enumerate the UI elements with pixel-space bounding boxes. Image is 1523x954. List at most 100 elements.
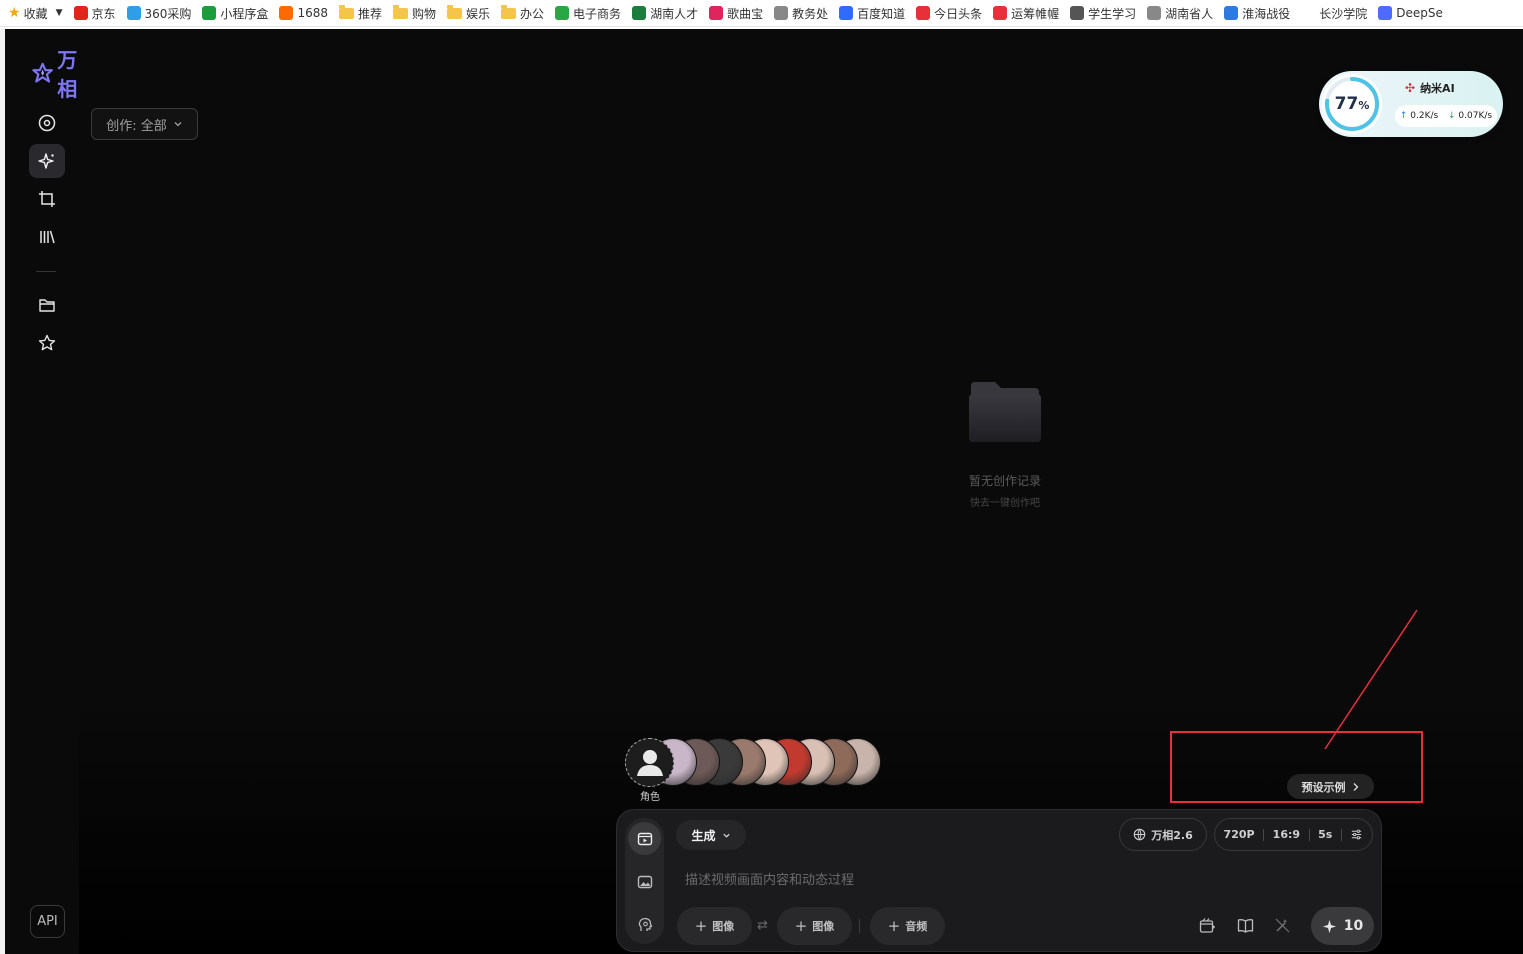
download-speed-value: 0.07K/s	[1458, 111, 1493, 121]
add-last-frame-image-button[interactable]: + 图像	[777, 907, 852, 945]
bookmark-label: 收藏	[23, 6, 48, 21]
character-label: 角色	[640, 792, 660, 803]
mode-rail	[625, 818, 664, 944]
bookmark-item[interactable]: 教务处	[774, 5, 828, 22]
sidebar-divider	[36, 271, 56, 272]
bookmark-label: 小程序盒	[220, 6, 269, 21]
bookmark-label: 电子商务	[573, 6, 622, 21]
blank-icon	[1301, 6, 1316, 20]
generate-submit-button[interactable]: 10	[1311, 907, 1374, 945]
bookmark-label: 湖南人才	[650, 6, 699, 21]
video-play-icon	[637, 832, 652, 845]
folder-icon	[39, 299, 55, 312]
annotation-highlight-box	[1170, 731, 1423, 803]
chevron-down-icon	[722, 833, 730, 838]
jd-icon	[73, 6, 88, 20]
bookmark-item[interactable]: 运筹帷幄	[993, 5, 1059, 22]
globe-icon	[1070, 6, 1085, 20]
swap-icon[interactable]: ⇄	[757, 918, 768, 933]
image-icon	[637, 875, 652, 888]
sidebar-item-crop[interactable]	[29, 182, 65, 216]
network-stats: ↑ 0.2K/s ↓ 0.07K/s	[1395, 105, 1497, 127]
bookmark-label: 推荐	[357, 6, 382, 21]
bookmark-item[interactable]: 今日头条	[916, 5, 982, 22]
bookmark-item[interactable]: ★ 收藏 ▼	[8, 5, 63, 22]
bookmark-item[interactable]: 1688	[279, 6, 328, 20]
settings-sliders-icon	[1352, 829, 1362, 840]
arrow-down-icon: ↓	[1448, 111, 1456, 121]
1688-icon	[279, 6, 294, 20]
bookmark-item[interactable]: 电子商务	[555, 5, 621, 22]
bookmark-label: 长沙学院	[1319, 6, 1368, 21]
generate-mode-dropdown[interactable]: 生成	[676, 820, 746, 850]
magic-wand-disabled-icon[interactable]	[1271, 914, 1293, 936]
gauge-percent: 77%	[1335, 94, 1370, 114]
bookmark-label: 学生学习	[1088, 6, 1137, 21]
bookmark-item[interactable]: 淮海战役	[1224, 5, 1290, 22]
storyboard-icon[interactable]	[1196, 914, 1218, 936]
generate-mode-label: 生成	[691, 828, 716, 843]
add-audio-button[interactable]: + 音频	[870, 907, 945, 945]
prompt-composer: 生成 万相2.6 720P 16:9 5s + 图像 ⇄ + 图像 +	[616, 809, 1382, 952]
add-first-frame-image-button[interactable]: + 图像	[677, 907, 752, 945]
bookmark-item[interactable]: 小程序盒	[202, 5, 268, 22]
add-audio-label: 音频	[905, 920, 928, 933]
prompt-input[interactable]	[685, 870, 1285, 890]
bookmarks-bar: ★ 收藏 ▼ 京东 360采购 小程序盒 1688 推荐 购物 娱乐 办公 电子商务 湖南人才 歌曲宝 教务…	[0, 0, 1523, 27]
bookmark-label: 歌曲宝	[727, 6, 764, 21]
mode-image-button[interactable]	[628, 865, 661, 898]
tv-icon	[1224, 6, 1239, 20]
mode-avatar-button[interactable]	[628, 908, 661, 941]
upload-speed: ↑ 0.2K/s	[1400, 111, 1438, 121]
sidebar-item-explore[interactable]	[29, 106, 65, 140]
book-icon[interactable]	[1234, 914, 1256, 936]
api-button[interactable]: API	[30, 905, 65, 938]
sparkle-icon	[38, 153, 54, 169]
add-character-button[interactable]	[625, 737, 674, 787]
sidebar-item-create[interactable]	[29, 144, 65, 178]
globe-icon	[1133, 828, 1146, 841]
bookmark-item[interactable]: 京东	[73, 5, 116, 22]
sidebar-item-folder[interactable]	[29, 288, 65, 322]
bookmark-item[interactable]: 360采购	[126, 5, 191, 22]
empty-state-title: 暂无创作记录	[968, 474, 1041, 488]
bookmark-label: 淮海战役	[1242, 6, 1291, 21]
add-image-label: 图像	[812, 920, 835, 933]
arrow-up-icon: ↑	[1399, 111, 1408, 121]
mode-video-button[interactable]	[628, 822, 661, 855]
video-params-selector[interactable]: 720P 16:9 5s	[1214, 818, 1373, 851]
bookmark-item[interactable]: 办公	[501, 4, 545, 22]
plus-icon: +	[694, 917, 708, 935]
bookmark-item[interactable]: 推荐	[338, 4, 382, 22]
deepseek-icon	[1378, 6, 1393, 20]
bookmark-label: 今日头条	[934, 6, 983, 21]
hunan-icon	[632, 6, 647, 20]
bookmark-item[interactable]: 湖南人才	[632, 5, 698, 22]
caret-down-icon[interactable]: ▼	[56, 8, 63, 18]
bookmark-item[interactable]: DeepSe	[1378, 6, 1443, 20]
bookmark-item[interactable]: 长沙学院	[1301, 5, 1367, 22]
bookmark-label: 运筹帷幄	[1011, 6, 1060, 21]
bookmark-item[interactable]: 歌曲宝	[709, 5, 763, 22]
360-icon	[126, 6, 141, 20]
bookmark-item[interactable]: 购物	[393, 4, 436, 22]
search-icon	[555, 6, 570, 20]
model-selector[interactable]: 万相2.6	[1119, 818, 1207, 851]
bookmark-item[interactable]: 学生学习	[1070, 5, 1136, 22]
sidebar-item-favorites[interactable]	[29, 326, 65, 360]
network-speed-widget[interactable]: 77% ✣ 纳米AI ↑ 0.2K/s ↓ 0.07K/s	[1319, 71, 1503, 137]
music-icon	[709, 6, 724, 20]
bookmark-item[interactable]: 百度知道	[839, 5, 905, 22]
character-strip	[625, 736, 881, 788]
creation-filter-dropdown[interactable]: 创作: 全部	[91, 108, 198, 140]
sidebar-item-library[interactable]	[29, 220, 65, 254]
bookmark-item[interactable]: 娱乐	[447, 4, 490, 22]
bookmark-label: 办公	[520, 6, 545, 21]
folder-icon	[338, 4, 354, 19]
shield-icon	[202, 6, 217, 20]
bookmark-label: 京东	[91, 6, 116, 21]
bookmark-item[interactable]: 湖南省人	[1147, 5, 1213, 22]
app-window: 万相 API 创作: 全部 暂无创作记录 快去一键创作吧 77% ✣ 纳米AI …	[5, 29, 1523, 954]
sparkle-icon	[1322, 919, 1336, 933]
gauge-percent-unit: %	[1358, 99, 1370, 112]
